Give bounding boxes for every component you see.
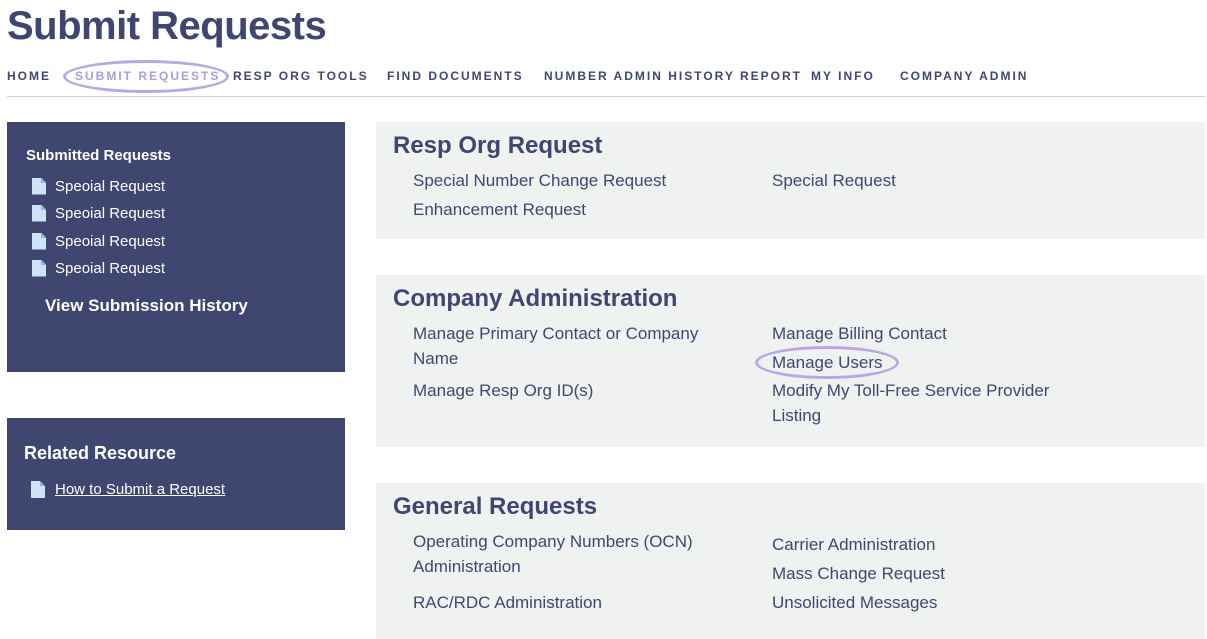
page-title: Submit Requests [7,4,327,48]
nav-submit-requests[interactable]: SUBMIT REQUESTS [63,60,230,93]
nav-find-documents[interactable]: FIND DOCUMENTS [387,69,524,83]
resp-org-request-panel: Resp Org Request Special Number Change R… [376,122,1205,239]
special-request-link[interactable]: Special Request [772,168,896,193]
document-icon [32,177,46,195]
how-to-submit-link[interactable]: How to Submit a Request [31,481,225,498]
enhancement-request-link[interactable]: Enhancement Request [413,197,586,222]
manage-resp-org-id-link[interactable]: Manage Resp Org ID(s) [413,378,593,403]
nav-company-admin[interactable]: COMPANY ADMIN [900,69,1028,83]
carrier-administration-link[interactable]: Carrier Administration [772,532,935,557]
document-icon [32,204,46,222]
submitted-request-label: Speoial Request [55,204,166,222]
submitted-request-label: Speoial Request [55,259,166,277]
submitted-request-item[interactable]: Speoial Request [32,258,165,278]
submitted-request-item[interactable]: Speoial Request [32,176,165,196]
how-to-submit-label: How to Submit a Request [55,481,226,498]
general-requests-title: General Requests [393,493,598,520]
general-requests-panel: General Requests Operating Company Numbe… [376,483,1205,639]
document-icon [32,259,46,277]
submitted-requests-box: Submitted Requests Speoial Request Speoi… [7,122,345,372]
document-icon [32,232,46,250]
submitted-request-label: Speoial Request [55,177,166,195]
resp-org-request-title: Resp Org Request [393,132,603,159]
unsolicited-messages-link[interactable]: Unsolicited Messages [772,590,937,615]
company-administration-title: Company Administration [393,285,678,312]
document-icon [31,481,45,498]
manage-billing-contact-link[interactable]: Manage Billing Contact [772,321,947,346]
nav-submit-requests-label: SUBMIT REQUESTS [75,69,221,83]
modify-toll-free-listing-link[interactable]: Modify My Toll-Free Service Provider Lis… [772,378,1082,428]
rac-rdc-administration-link[interactable]: RAC/RDC Administration [413,590,602,615]
manage-users-label: Manage Users [772,353,883,372]
submitted-request-item[interactable]: Speoial Request [32,231,165,251]
mass-change-request-link[interactable]: Mass Change Request [772,561,945,586]
submitted-request-label: Speoial Request [55,232,166,250]
nav-resp-org-tools[interactable]: RESP ORG TOOLS [233,69,369,83]
top-navigation: HOME SUBMIT REQUESTS RESP ORG TOOLS FIND… [7,60,1205,97]
nav-home[interactable]: HOME [7,69,51,83]
nav-number-admin-history-report[interactable]: NUMBER ADMIN HISTORY REPORT [544,69,802,83]
related-resource-heading: Related Resource [24,443,177,463]
special-number-change-request-link[interactable]: Special Number Change Request [413,168,666,193]
manage-users-link[interactable]: Manage Users [755,346,899,379]
submitted-requests-heading: Submitted Requests [26,147,172,164]
related-resource-box: Related Resource How to Submit a Request [7,418,345,530]
ocn-administration-link[interactable]: Operating Company Numbers (OCN) Administ… [413,529,743,579]
view-submission-history-link[interactable]: View Submission History [45,296,248,316]
manage-primary-contact-link[interactable]: Manage Primary Contact or Company Name [413,321,743,371]
nav-my-info[interactable]: MY INFO [811,69,875,83]
company-administration-panel: Company Administration Manage Primary Co… [376,275,1205,447]
submitted-request-item[interactable]: Speoial Request [32,203,165,223]
